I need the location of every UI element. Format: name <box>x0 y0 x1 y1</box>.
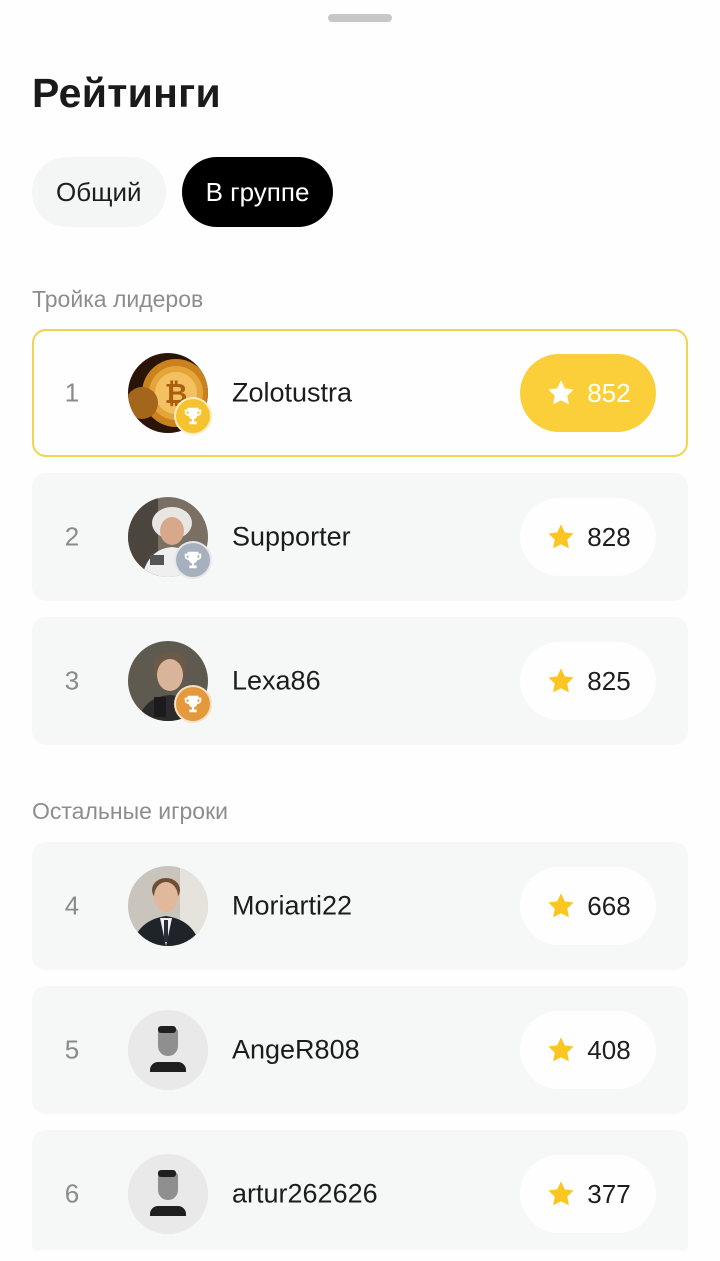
leaders-section-label: Тройка лидеров <box>32 286 204 312</box>
star-icon <box>548 668 574 693</box>
tab-in-group[interactable]: В группе <box>181 157 334 227</box>
bottom-edge <box>0 1250 720 1261</box>
default-user-icon <box>128 1010 208 1090</box>
rank-number: 3 <box>64 665 80 696</box>
page-title: Рейтинги <box>32 70 222 116</box>
score-value: 828 <box>587 521 631 552</box>
score-value: 825 <box>587 665 631 696</box>
star-icon <box>548 524 574 549</box>
leaderboard-row-3[interactable]: 3 Lexa86 825 <box>32 617 688 745</box>
player-name: Lexa86 <box>232 665 321 696</box>
player-name: Moriarti22 <box>232 890 353 921</box>
rank-number: 1 <box>64 377 80 408</box>
player-name: Zolotustra <box>232 377 353 408</box>
score-value: 668 <box>587 890 631 921</box>
score-badge: 852 <box>520 354 656 432</box>
rank-number: 4 <box>64 890 80 921</box>
score-badge: 825 <box>520 642 656 720</box>
player-name: artur262626 <box>232 1178 378 1209</box>
score-badge: 828 <box>520 498 656 576</box>
leaderboard-row-4[interactable]: 4 Moriarti22 668 <box>32 842 688 970</box>
star-icon <box>548 1181 574 1206</box>
trophy-icon <box>174 541 212 579</box>
score-badge: 668 <box>520 867 656 945</box>
trophy-icon <box>174 397 212 435</box>
default-user-icon <box>128 1154 208 1234</box>
others-section-label: Остальные игроки <box>32 798 229 824</box>
rank-number: 5 <box>64 1034 80 1065</box>
player-photo-avatar <box>128 866 208 946</box>
tab-general[interactable]: Общий <box>32 157 166 227</box>
star-icon <box>548 893 574 918</box>
star-icon <box>548 1037 574 1062</box>
player-name: Supporter <box>232 521 351 552</box>
trophy-icon <box>174 685 212 723</box>
score-value: 852 <box>587 377 631 408</box>
rating-tabs: Общий В группе <box>32 157 334 227</box>
bottom-sheet: Рейтинги Общий В группе Тройка лидеров 1… <box>0 0 720 1261</box>
player-name: AngeR808 <box>232 1034 360 1065</box>
drag-handle[interactable] <box>328 14 392 22</box>
leaderboard-row-1[interactable]: 1 ₿ Zolotustra 852 <box>32 329 688 457</box>
score-value: 377 <box>587 1178 631 1209</box>
score-value: 408 <box>587 1034 631 1065</box>
leaderboard-row-2[interactable]: 2 Supporter 828 <box>32 473 688 601</box>
leaderboard-row-6[interactable]: 6 artur262626 377 <box>32 1130 688 1258</box>
star-icon <box>548 380 574 405</box>
score-badge: 408 <box>520 1011 656 1089</box>
leaderboard-row-5[interactable]: 5 AngeR808 408 <box>32 986 688 1114</box>
rank-number: 2 <box>64 521 80 552</box>
score-badge: 377 <box>520 1155 656 1233</box>
rank-number: 6 <box>64 1178 80 1209</box>
